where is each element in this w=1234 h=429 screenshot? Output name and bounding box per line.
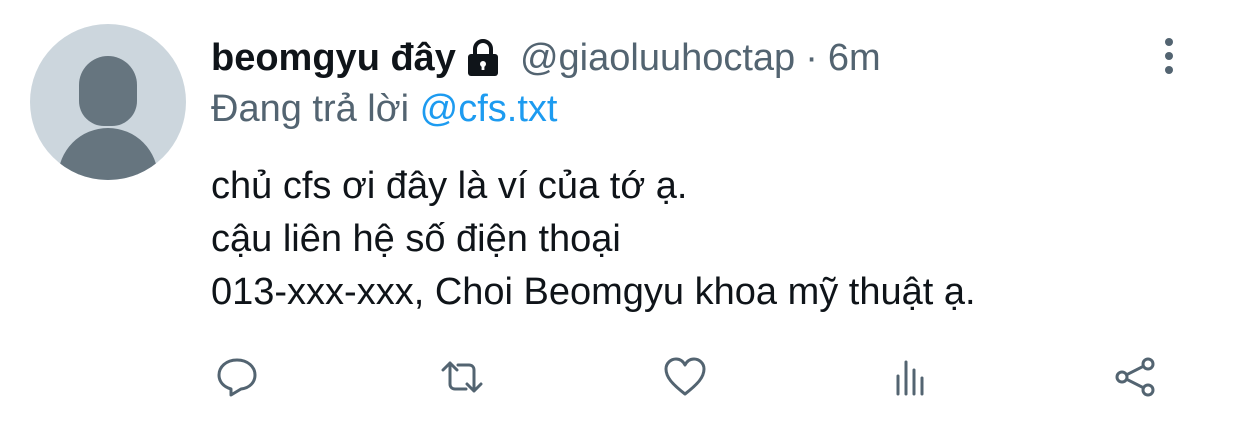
replying-mention[interactable]: @cfs.txt: [420, 88, 558, 130]
tweet-text: chủ cfs ơi đây là ví của tớ ạ. cậu liên …: [211, 160, 976, 319]
tweet-header: beomgyu đây @giaoluuhoctap · 6m: [211, 30, 881, 86]
reply-button[interactable]: [212, 352, 262, 402]
replying-prefix: Đang trả lời: [211, 88, 410, 130]
avatar[interactable]: [30, 24, 186, 180]
reply-icon: [217, 358, 257, 397]
tweet-text-line: cậu liên hệ số điện thoại: [211, 218, 621, 260]
avatar-head: [79, 56, 137, 126]
avatar-shoulders: [58, 128, 158, 180]
replying-to: Đang trả lời @cfs.txt: [211, 88, 557, 131]
retweet-icon: [441, 361, 483, 393]
action-bar: [0, 352, 1234, 402]
lock-icon: [464, 38, 502, 78]
separator-dot: ·: [805, 36, 818, 79]
tweet-text-line: 013-xxx-xxx, Choi Beomgyu khoa mỹ thuật …: [211, 271, 976, 313]
share-button[interactable]: [1110, 352, 1160, 402]
more-vertical-icon[interactable]: [1160, 36, 1178, 76]
heart-icon: [664, 357, 706, 396]
retweet-button[interactable]: [437, 352, 487, 402]
timestamp[interactable]: 6m: [828, 37, 881, 80]
user-handle[interactable]: @giaoluuhoctap: [520, 37, 795, 80]
share-icon: [1115, 357, 1155, 397]
tweet-text-line: chủ cfs ơi đây là ví của tớ ạ.: [211, 165, 688, 207]
analytics-button[interactable]: [885, 352, 935, 402]
tweet[interactable]: beomgyu đây @giaoluuhoctap · 6m Đang trả…: [0, 0, 1234, 429]
like-button[interactable]: [660, 352, 710, 402]
display-name[interactable]: beomgyu đây: [211, 37, 456, 80]
analytics-icon: [896, 360, 924, 396]
